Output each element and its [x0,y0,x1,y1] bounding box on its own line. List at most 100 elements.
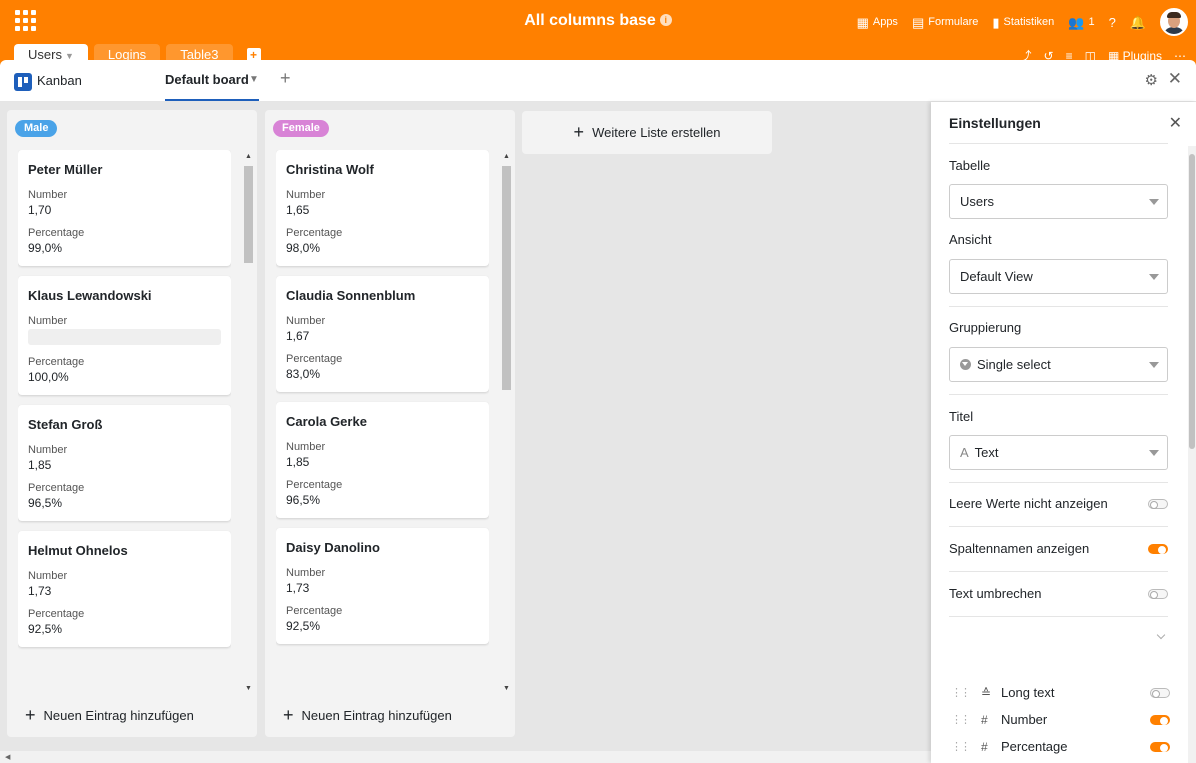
help-button[interactable]: ? [1109,16,1116,29]
card[interactable]: Carola Gerke Number 1,85 Percentage 96,5… [276,402,489,518]
card[interactable]: Helmut Ohnelos Number 1,73 Percentage 92… [18,531,231,647]
column-visibility-toggle[interactable] [1150,714,1170,725]
top-nav: ▦ Apps ▤ Formulare ▮ Statistiken 👥 1 ? 🔔 [857,8,1188,36]
chevron-down-icon[interactable]: ▼ [249,74,259,85]
list-scrollbar[interactable]: ▲ ▼ [501,153,511,692]
title-select-value: Text [974,445,999,460]
column-name: Number [1001,712,1048,727]
scroll-thumb[interactable] [244,166,253,263]
divider [949,306,1168,307]
add-entry-label: Neuen Eintrag hinzufügen [43,708,194,723]
caret-down-icon [1149,362,1159,368]
number-icon: # [981,739,988,754]
drag-handle-icon[interactable]: ⋮⋮ [951,686,971,699]
settings-scrollbar[interactable] [1188,146,1196,763]
field-label: Percentage [28,227,85,239]
kanban-plugin-panel: Kanban Default board ▼ + ⚙ ✕ Male Peter … [0,60,1196,763]
field-label: Number [28,444,68,456]
toggle-label: Spaltennamen anzeigen [949,541,1090,556]
close-icon[interactable]: ✕ [1168,69,1182,89]
list-scrollbar[interactable]: ▲ ▼ [243,153,253,692]
list-cards: Peter Müller Number 1,70 Percentage 99,0… [18,150,231,692]
field-label: Percentage [28,482,85,494]
column-name: Percentage [1001,739,1068,754]
chevron-down-icon[interactable] [1156,630,1166,640]
field-label: Number [286,441,326,453]
drag-handle-icon[interactable]: ⋮⋮ [951,713,971,726]
scroll-up-icon[interactable]: ▲ [503,153,510,160]
card[interactable]: Daisy Danolino Number 1,73 Percentage 92… [276,528,489,644]
create-list-label: Weitere Liste erstellen [592,125,721,140]
view-select-value: Default View [960,269,1033,284]
card[interactable]: Christina Wolf Number 1,65 Percentage 98… [276,150,489,266]
field-label: Percentage [28,608,85,620]
board-tab-underline [165,99,259,101]
help-icon: ? [1108,14,1116,30]
scroll-down-icon[interactable]: ▼ [503,685,510,692]
horizontal-scrollbar[interactable]: ◀ [0,751,931,763]
field-label: Percentage [28,356,85,368]
list-badge: Male [15,120,58,137]
column-visibility-toggle[interactable] [1150,741,1170,752]
add-board-icon[interactable]: + [280,68,291,89]
avatar[interactable] [1160,8,1188,36]
hide-empty-toggle[interactable] [1148,498,1168,509]
card-title: Peter Müller [28,162,103,177]
gear-icon[interactable]: ⚙ [1145,71,1158,89]
list-male: Male Peter Müller Number 1,70 Percentage… [7,110,257,737]
card-title: Stefan Groß [28,417,103,432]
card[interactable]: Klaus Lewandowski Number Percentage 100,… [18,276,231,395]
field-value: 98,0% [286,241,321,255]
scroll-thumb[interactable] [502,166,511,390]
group-label: Gruppierung [949,320,1022,335]
nav-collaborators[interactable]: 👥 1 [1068,16,1094,29]
card[interactable]: Stefan Groß Number 1,85 Percentage 96,5% [18,405,231,521]
card[interactable]: Claudia Sonnenblum Number 1,67 Percentag… [276,276,489,392]
show-column-names-toggle[interactable] [1148,543,1168,554]
field-label: Number [28,189,68,201]
drag-handle-icon[interactable]: ⋮⋮ [951,740,971,753]
close-icon[interactable]: ✕ [1169,113,1182,133]
scroll-thumb[interactable] [1189,154,1195,449]
group-select[interactable]: Single select [949,347,1168,382]
notifications-button[interactable]: 🔔 [1130,16,1146,29]
view-select[interactable]: Default View [949,259,1168,294]
add-entry-button[interactable]: + Neuen Eintrag hinzufügen [25,706,194,724]
field-value: 83,0% [286,367,321,381]
title-select[interactable]: A Text [949,435,1168,470]
divider [949,394,1168,395]
field-value: 1,85 [28,458,52,472]
nav-stats[interactable]: ▮ Statistiken [992,16,1054,29]
wrap-text-toggle[interactable] [1148,588,1168,599]
card-title: Christina Wolf [286,162,374,177]
add-entry-button[interactable]: + Neuen Eintrag hinzufügen [283,706,452,724]
column-visibility-toggle[interactable] [1150,687,1170,698]
card-title: Helmut Ohnelos [28,543,128,558]
card-title: Claudia Sonnenblum [286,288,416,303]
bell-icon: 🔔 [1129,14,1146,30]
long-text-icon: ≙ [981,685,992,700]
nav-apps-label: Apps [872,16,898,28]
nav-apps[interactable]: ▦ Apps [857,16,898,29]
plugin-header: Kanban Default board ▼ + ⚙ ✕ [0,60,1196,102]
field-label: Number [286,567,326,579]
field-value: 96,5% [28,496,63,510]
field-value: 1,73 [28,584,52,598]
column-row-long-text: ⋮⋮ ≙ Long text [951,685,1170,700]
info-icon[interactable]: i [659,14,672,26]
board-tab[interactable]: Default board [165,72,249,87]
divider [949,571,1168,572]
board-area: Male Peter Müller Number 1,70 Percentage… [0,102,931,763]
card[interactable]: Peter Müller Number 1,70 Percentage 99,0… [18,150,231,266]
field-label: Number [28,315,68,327]
scroll-left-icon[interactable]: ◀ [5,753,10,761]
create-list-button[interactable]: + Weitere Liste erstellen [522,111,772,154]
field-value: 1,65 [286,203,310,217]
list-badge: Female [273,120,329,137]
view-label: Ansicht [949,232,992,247]
table-select[interactable]: Users [949,184,1168,219]
scroll-up-icon[interactable]: ▲ [245,153,252,160]
nav-forms[interactable]: ▤ Formulare [912,16,978,29]
scroll-down-icon[interactable]: ▼ [245,685,252,692]
toggle-row-show-column-names: Spaltennamen anzeigen [949,541,1168,556]
